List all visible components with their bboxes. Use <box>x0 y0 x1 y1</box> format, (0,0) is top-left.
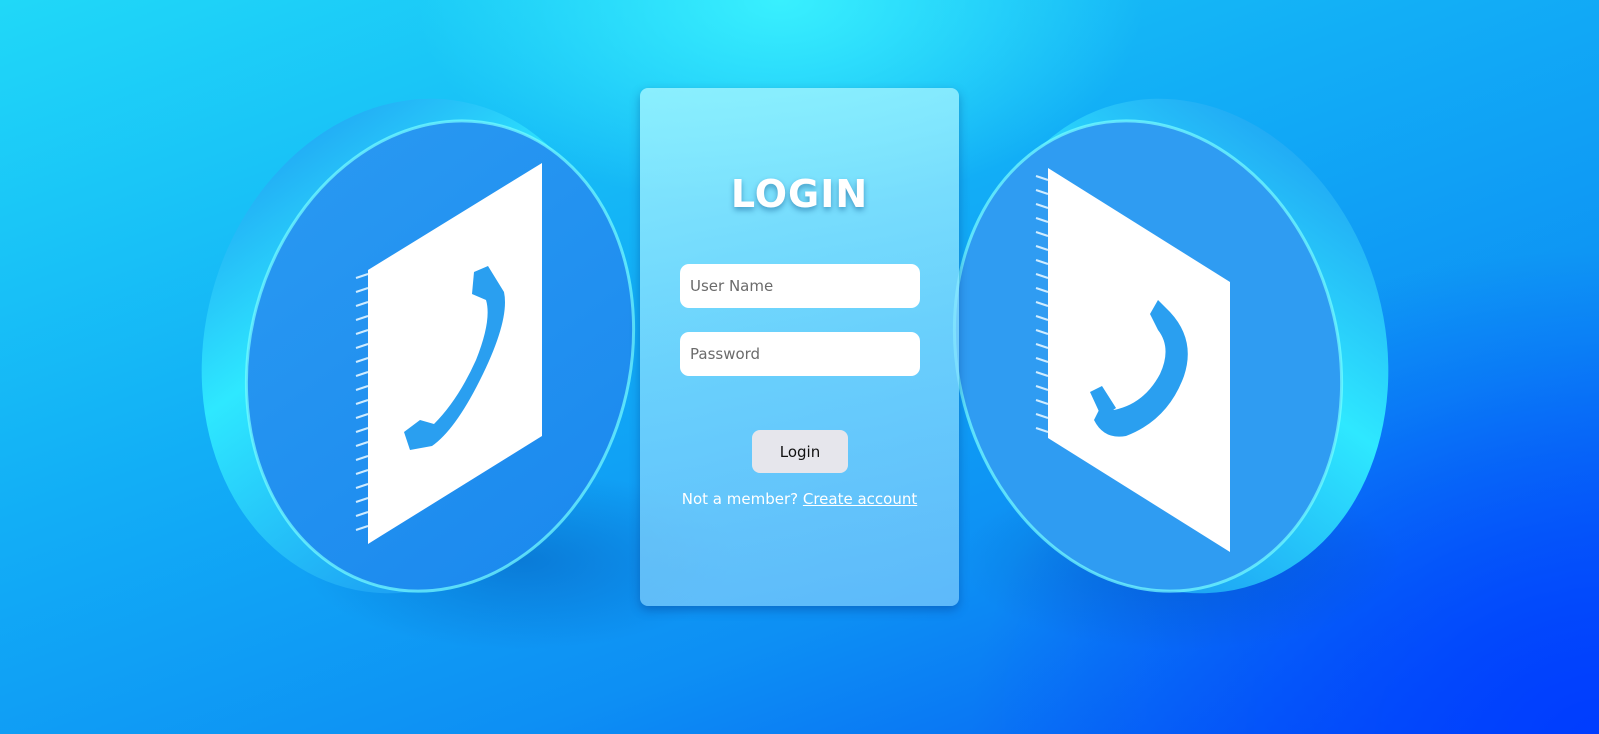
password-input[interactable] <box>680 332 920 376</box>
login-card: LOGIN Login Not a member? Create account <box>640 88 959 606</box>
login-button[interactable]: Login <box>752 430 848 473</box>
create-account-link[interactable]: Create account <box>803 490 917 508</box>
signup-prompt: Not a member? Create account <box>640 490 959 508</box>
login-page: LOGIN Login Not a member? Create account <box>0 0 1599 734</box>
login-title: LOGIN <box>730 172 869 216</box>
username-input[interactable] <box>680 264 920 308</box>
not-member-text: Not a member? <box>681 490 799 508</box>
